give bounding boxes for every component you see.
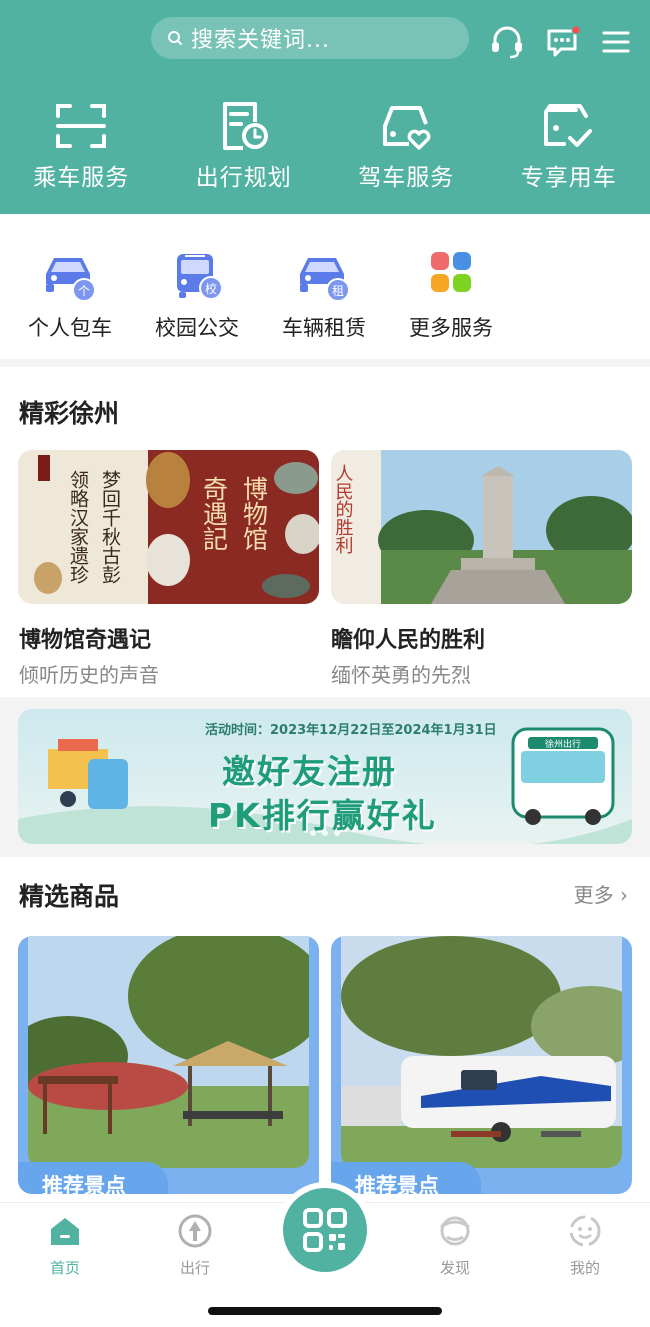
museum-card-subtitle: 倾听历史的声音 [19,663,159,687]
car-heart-icon [383,106,431,150]
svg-text:博物馆: 博物馆 [240,476,269,551]
nav-label: 专享用车 [520,165,617,191]
top-header: 搜索关键词... 乘车服务 出行规划 驾车服务 专享用车 [0,0,650,214]
product-image [341,936,622,1168]
service-private-charter[interactable]: 个 个人包车 [15,250,125,342]
svg-text:校: 校 [205,281,217,296]
banner-headline-1: 邀好友注册 [222,752,397,791]
service-car-rental[interactable]: 租 车辆租赁 [269,250,379,342]
message-icon[interactable] [545,24,581,60]
tab-discover[interactable]: 发现 [410,1213,500,1278]
product-image [28,936,309,1168]
grid-more-icon [431,252,471,292]
monument-card-title[interactable]: 瞻仰人民的胜利 [331,622,485,654]
banner-date: 活动时间：2023年12月22日至2024年1月31日 [205,723,497,738]
monument-card-subtitle: 缅怀英勇的先烈 [331,663,471,687]
svg-text:个: 个 [78,284,90,298]
carousel-dots [310,830,340,836]
search-placeholder: 搜索关键词... [191,28,330,53]
top-nav: 乘车服务 出行规划 驾车服务 专享用车 [0,100,650,192]
service-row: 个 个人包车 校 校园公交 租 车辆租赁 更多服务 [0,214,650,359]
nav-label: 出行规划 [195,165,292,191]
museum-card-title[interactable]: 博物馆奇遇记 [19,622,151,654]
museum-poster: 领略汉家遗珍 梦回千秋古彭 奇遇記 博物馆 [18,450,319,604]
search-icon [168,31,182,45]
service-label: 个人包车 [28,316,112,340]
car-private-icon: 个 [46,258,96,300]
svg-text:领略汉家遗珍: 领略汉家遗珍 [67,470,89,584]
home-indicator [208,1307,442,1315]
discover-icon [440,1216,470,1246]
service-label: 更多服务 [409,316,493,340]
service-label: 校园公交 [155,316,239,340]
scan-qr-button[interactable] [283,1188,367,1272]
product-card[interactable]: 推荐景点 [331,936,632,1194]
schedule-doc-icon [222,102,268,150]
car-check-icon [543,104,592,147]
svg-text:人民的胜利: 人民的胜利 [333,464,354,554]
section-title: 精彩徐州 [19,399,120,428]
tab-travel[interactable]: 出行 [150,1213,240,1278]
product-tag: 推荐景点 [331,1162,481,1194]
product-tag: 推荐景点 [18,1162,168,1194]
section-title: 精选商品 [19,882,120,911]
svg-text:徐州出行: 徐州出行 [545,738,581,750]
home-icon [51,1218,79,1245]
promo-banner[interactable]: 徐州出行 活动时间：2023年12月22日至2024年1月31日 邀好友注册 P… [18,709,632,844]
service-more[interactable]: 更多服务 [396,250,506,342]
scan-frame-icon [56,104,107,148]
nav-ride-service[interactable]: 乘车服务 [0,100,163,192]
svg-text:租: 租 [332,284,344,298]
nav-driving-service[interactable]: 驾车服务 [325,100,488,192]
svg-text:奇遇記: 奇遇記 [200,476,229,551]
nav-label: 驾车服务 [358,165,455,191]
menu-icon[interactable] [599,24,635,60]
more-link[interactable]: 更多 › [574,879,628,908]
qr-code-icon [303,1208,347,1252]
nav-trip-planning[interactable]: 出行规划 [163,100,326,192]
car-rental-icon: 租 [300,258,350,300]
svg-text:梦回千秋古彭: 梦回千秋古彭 [99,470,121,584]
museum-card-image[interactable]: 领略汉家遗珍 梦回千秋古彭 奇遇記 博物馆 [18,450,319,604]
headset-icon[interactable] [489,24,525,60]
tab-home[interactable]: 首页 [20,1213,110,1278]
monument-photo: 人民的胜利 [331,450,632,604]
service-campus-bus[interactable]: 校 校园公交 [142,250,252,342]
profile-icon [569,1215,601,1247]
product-card[interactable]: 推荐景点 [18,936,319,1194]
goods-section: 精选商品 更多 › 推荐景点 推荐景点 [0,857,650,1202]
service-label: 车辆租赁 [282,316,366,340]
school-bus-icon: 校 [177,254,223,300]
monument-card-image[interactable]: 人民的胜利 [331,450,632,604]
compass-travel-icon [178,1214,212,1248]
nav-label: 乘车服务 [33,165,130,191]
tab-mine[interactable]: 我的 [540,1213,630,1278]
search-bar[interactable]: 搜索关键词... [151,17,469,59]
nav-exclusive-car[interactable]: 专享用车 [488,100,650,192]
xuzhou-section: 精彩徐州 领略汉家遗珍 梦回千秋古彭 奇遇記 博物馆 博物馆奇遇记 倾听历史的声… [0,367,650,697]
